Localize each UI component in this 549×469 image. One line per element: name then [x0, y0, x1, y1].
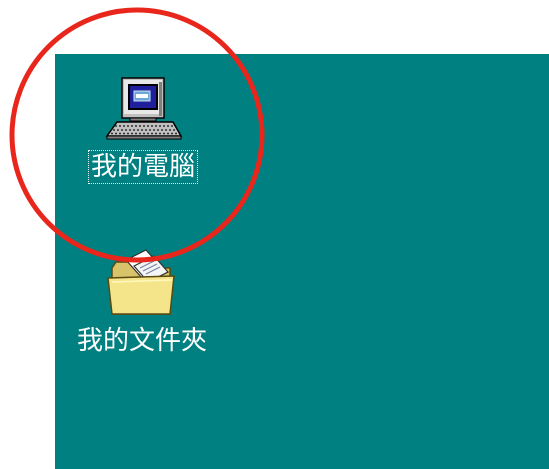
desktop-icon-label[interactable]: 我的電腦: [87, 150, 198, 184]
desktop-icon-label[interactable]: 我的文件夾: [74, 324, 210, 358]
desktop-icon-my-computer[interactable]: 我的電腦: [70, 74, 216, 184]
my-documents-folder-icon: [107, 249, 175, 315]
my-computer-icon: [105, 77, 183, 140]
desktop-icon-my-documents[interactable]: 我的文件夾: [55, 248, 229, 358]
